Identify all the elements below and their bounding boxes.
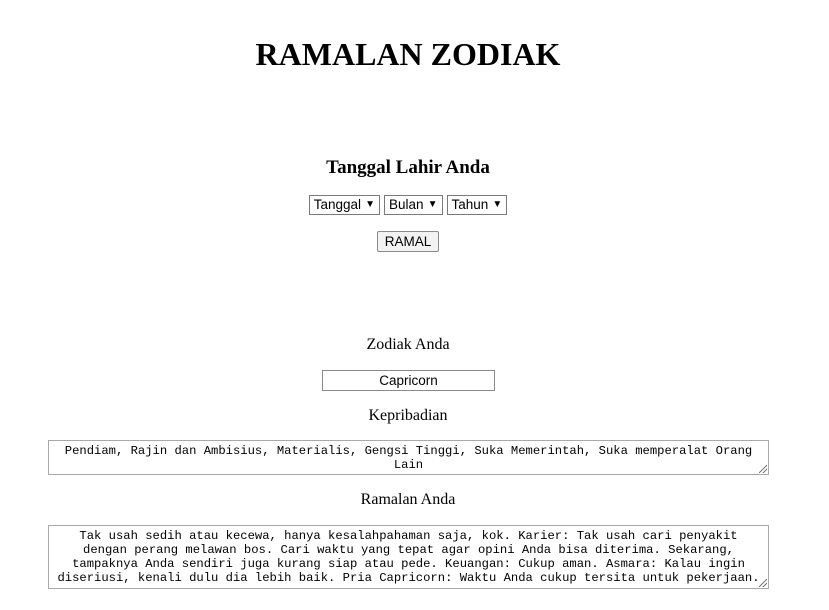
month-select-value: Bulan <box>388 197 424 212</box>
year-select-value: Tahun <box>451 197 489 212</box>
forecast-text: Tak usah sedih atau kecewa, hanya kesala… <box>57 529 760 585</box>
forecast-textarea[interactable]: Tak usah sedih atau kecewa, hanya kesala… <box>48 525 769 589</box>
day-select-value: Tanggal <box>313 197 361 212</box>
personality-text: Pendiam, Rajin dan Ambisius, Materialis,… <box>64 444 753 472</box>
submit-row: RAMAL <box>0 231 816 252</box>
dropdown-arrow-icon: ▼ <box>365 199 375 210</box>
dropdown-arrow-icon: ▼ <box>427 199 438 210</box>
month-select[interactable]: Bulan ▼ <box>383 195 443 215</box>
resize-grip-icon[interactable] <box>759 465 767 473</box>
page-title: RAMALAN ZODIAK <box>255 36 561 72</box>
birthdate-selects: Tanggal ▼ Bulan ▼ Tahun ▼ <box>0 195 816 215</box>
day-select[interactable]: Tanggal ▼ <box>308 195 380 215</box>
zodiac-label: Zodiak Anda <box>366 336 450 353</box>
year-select[interactable]: Tahun ▼ <box>446 195 508 215</box>
zodiac-result-field[interactable]: Capricorn <box>322 370 495 391</box>
personality-textarea[interactable]: Pendiam, Rajin dan Ambisius, Materialis,… <box>48 440 769 475</box>
birthdate-heading: Tanggal Lahir Anda <box>326 157 490 178</box>
personality-label: Kepribadian <box>368 407 448 424</box>
dropdown-arrow-icon: ▼ <box>492 199 503 210</box>
ramal-button[interactable]: RAMAL <box>376 231 440 252</box>
resize-grip-icon[interactable] <box>759 579 767 587</box>
forecast-label: Ramalan Anda <box>360 491 456 508</box>
